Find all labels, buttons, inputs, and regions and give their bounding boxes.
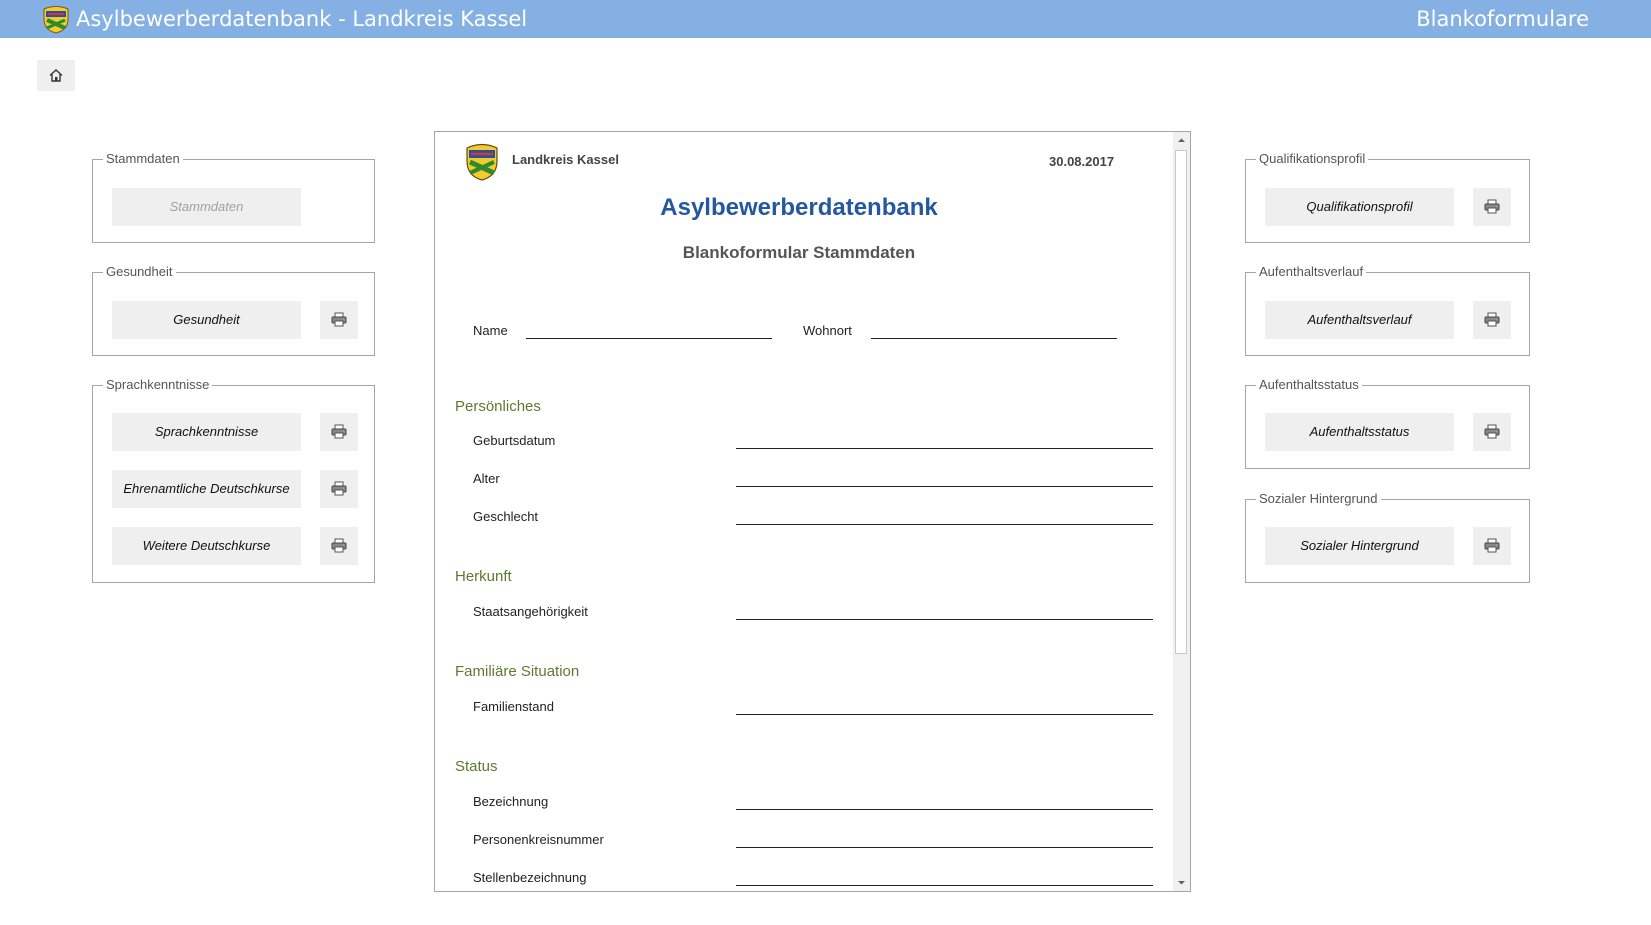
section-heading: Status [455, 758, 498, 775]
group-legend: Stammdaten [103, 151, 183, 167]
field-line [736, 809, 1153, 810]
print-weitere-deutschkurse-button[interactable] [320, 527, 358, 565]
group-aufenthaltsverlauf: Aufenthaltsverlauf Aufenthaltsverlauf [1245, 264, 1530, 356]
field-line [736, 619, 1153, 620]
field-label: Geburtsdatum [473, 433, 556, 448]
printer-icon [331, 312, 347, 327]
field-line [736, 885, 1153, 886]
field-label: Familienstand [473, 699, 554, 714]
printer-icon [1484, 424, 1500, 439]
group-gesundheit: Gesundheit Gesundheit [92, 264, 375, 356]
field-label: Staatsangehörigkeit [473, 604, 588, 619]
vertical-scrollbar[interactable] [1173, 132, 1190, 891]
printer-icon [331, 424, 347, 439]
weitere-deutschkurse-button[interactable]: Weitere Deutschkurse [112, 527, 301, 565]
aufenthaltsstatus-button[interactable]: Aufenthaltsstatus [1265, 413, 1454, 451]
print-ehrenamtliche-deutschkurse-button[interactable] [320, 470, 358, 508]
field-line [736, 448, 1153, 449]
form-preview[interactable]: Landkreis Kassel 30.08.2017 Asylbewerber… [434, 131, 1191, 892]
app-title: Asylbewerberdatenbank - Landkreis Kassel [76, 7, 528, 31]
wohnort-label: Wohnort [803, 323, 852, 338]
document-subtitle: Blankoformular Stammdaten [682, 243, 916, 262]
home-icon [49, 69, 63, 82]
field-label: Stellenbezeichnung [473, 870, 587, 885]
name-line [526, 338, 772, 339]
field-label: Personenkreisnummer [473, 832, 604, 847]
document-date: 30.08.2017 [1049, 154, 1115, 169]
group-sozialer-hintergrund: Sozialer Hintergrund Sozialer Hintergrun… [1245, 491, 1530, 583]
field-label: Geschlecht [473, 509, 539, 524]
print-gesundheit-button[interactable] [320, 301, 358, 339]
group-aufenthaltsstatus: Aufenthaltsstatus Aufenthaltsstatus [1245, 377, 1530, 469]
group-stammdaten: Stammdaten Stammdaten [92, 151, 375, 243]
name-label: Name [473, 323, 508, 338]
sprachkenntnisse-button[interactable]: Sprachkenntnisse [112, 413, 301, 451]
arrow-up-icon [1178, 138, 1185, 142]
print-aufenthaltsverlauf-button[interactable] [1473, 301, 1511, 339]
field-label: Alter [473, 471, 500, 486]
group-legend: Sprachkenntnisse [103, 377, 213, 393]
coat-of-arms-icon [466, 143, 498, 181]
arrow-down-icon [1178, 881, 1185, 885]
printer-icon [1484, 538, 1500, 553]
field-line [736, 714, 1153, 715]
stammdaten-button[interactable]: Stammdaten [112, 188, 301, 226]
field-line [736, 847, 1153, 848]
group-legend: Sozialer Hintergrund [1256, 491, 1381, 507]
field-label: Bezeichnung [473, 794, 549, 809]
aufenthaltsverlauf-button[interactable]: Aufenthaltsverlauf [1265, 301, 1454, 339]
qualifikationsprofil-button[interactable]: Qualifikationsprofil [1265, 188, 1454, 226]
scroll-up-button[interactable] [1174, 133, 1189, 148]
print-sprachkenntnisse-button[interactable] [320, 413, 358, 451]
wohnort-line [871, 338, 1117, 339]
group-sprachkenntnisse: Sprachkenntnisse Sprachkenntnisse Ehrena… [92, 377, 375, 583]
home-button[interactable] [37, 60, 75, 91]
print-aufenthaltsstatus-button[interactable] [1473, 413, 1511, 451]
field-line [736, 524, 1153, 525]
document-organization: Landkreis Kassel [512, 152, 619, 167]
title-bar: Asylbewerberdatenbank - Landkreis Kassel… [0, 0, 1651, 38]
coat-of-arms-icon [43, 6, 69, 34]
scroll-down-button[interactable] [1174, 875, 1189, 890]
section-title: Blankoformulare [1416, 7, 1589, 31]
document-title: Asylbewerberdatenbank [660, 194, 938, 221]
field-line [736, 486, 1153, 487]
printer-icon [331, 538, 347, 553]
group-legend: Qualifikationsprofil [1256, 151, 1369, 167]
section-heading: Persönliches [455, 398, 541, 415]
group-legend: Aufenthaltsverlauf [1256, 264, 1367, 280]
scroll-thumb[interactable] [1175, 150, 1187, 654]
gesundheit-button[interactable]: Gesundheit [112, 301, 301, 339]
print-qualifikationsprofil-button[interactable] [1473, 188, 1511, 226]
group-legend: Aufenthaltsstatus [1256, 377, 1362, 393]
printer-icon [1484, 199, 1500, 214]
printer-icon [1484, 312, 1500, 327]
print-sozialer-hintergrund-button[interactable] [1473, 527, 1511, 565]
printer-icon [331, 481, 347, 496]
group-legend: Gesundheit [103, 264, 176, 280]
section-heading: Herkunft [455, 568, 512, 585]
section-heading: Familiäre Situation [455, 663, 580, 680]
group-qualifikationsprofil: Qualifikationsprofil Qualifikationsprofi… [1245, 151, 1530, 243]
ehrenamtliche-deutschkurse-button[interactable]: Ehrenamtliche Deutschkurse [112, 470, 301, 508]
sozialer-hintergrund-button[interactable]: Sozialer Hintergrund [1265, 527, 1454, 565]
